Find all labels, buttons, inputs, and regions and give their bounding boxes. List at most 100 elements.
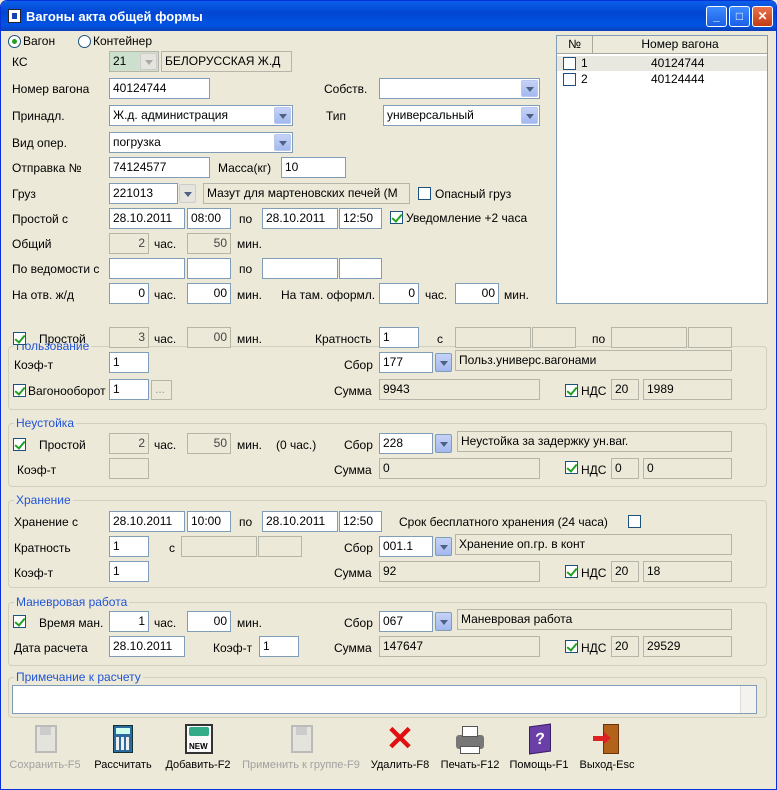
maximize-button[interactable]: □ — [729, 6, 750, 27]
storage-time-to-input[interactable]: 12:50 — [339, 511, 382, 532]
shunting-fee-input[interactable]: 067 — [379, 611, 433, 632]
calc-date-input[interactable]: 28.10.2011 — [109, 636, 185, 657]
type-dropdown-icon[interactable] — [521, 107, 538, 124]
shunting-minutes-input[interactable]: 00 — [187, 611, 231, 632]
idle-date-from-input[interactable]: 28.10.2011 — [109, 208, 185, 229]
storage-coef-input[interactable]: 1 — [109, 561, 149, 582]
minimize-button[interactable]: _ — [706, 6, 727, 27]
add-button[interactable]: NEW Добавить-F2 — [161, 723, 235, 771]
on-rail-minutes-input[interactable]: 00 — [187, 283, 231, 304]
calc-date-label: Дата расчета — [14, 641, 88, 655]
calculate-button[interactable]: Рассчитать — [89, 723, 157, 771]
grid-row[interactable]: 1 40124744 — [557, 56, 767, 71]
shunting-vat-checkbox[interactable] — [565, 640, 578, 653]
cargo-dropdown-icon[interactable] — [179, 184, 196, 203]
penalty-vat-checkbox[interactable] — [565, 461, 578, 474]
shunting-group-title: Маневровая работа — [14, 595, 130, 609]
storage-date-to-input[interactable]: 28.10.2011 — [262, 511, 338, 532]
grid-row[interactable]: 2 40124444 — [557, 72, 767, 87]
grid-row-checkbox[interactable] — [563, 57, 576, 70]
container-radio[interactable] — [78, 35, 91, 48]
shunting-hours-input[interactable]: 1 — [109, 611, 149, 632]
notify-checkbox[interactable] — [390, 211, 403, 224]
belongs-select[interactable]: Ж.д. администрация — [109, 105, 293, 126]
cargo-code-input[interactable]: 221013 — [109, 183, 178, 204]
storage-free-checkbox[interactable] — [628, 515, 641, 528]
ks-label: КС — [12, 55, 28, 69]
statement-date-to-input[interactable] — [262, 258, 338, 279]
storage-vat-checkbox[interactable] — [565, 565, 578, 578]
by-statement-label: По ведомости с — [12, 262, 100, 276]
close-button[interactable]: ✕ — [752, 6, 773, 27]
usage-coef-input[interactable]: 1 — [109, 352, 149, 373]
customs-minutes-input[interactable]: 00 — [455, 283, 499, 304]
usage-time-from-field — [532, 327, 576, 348]
storage-group-title: Хранение — [14, 493, 73, 507]
owner-dropdown-icon[interactable] — [521, 80, 538, 97]
storage-fee-input[interactable]: 001.1 — [379, 536, 433, 557]
apply-group-button[interactable]: Применить к группе-F9 — [239, 723, 363, 771]
grid-row-wagon: 40124444 — [651, 72, 705, 86]
idle-time-from-input[interactable]: 08:00 — [187, 208, 231, 229]
turnover-browse-button[interactable]: ... — [151, 380, 172, 400]
help-button[interactable]: ? Помощь-F1 — [507, 723, 571, 771]
penalty-hours-unit: час. — [154, 438, 177, 452]
print-button[interactable]: Печать-F12 — [438, 723, 502, 771]
save-button[interactable]: Сохранить-F5 — [9, 723, 81, 771]
grid-header-number[interactable]: № — [557, 36, 593, 54]
usage-fee-input[interactable]: 177 — [379, 352, 433, 373]
shunting-vat-sum-field: 29529 — [643, 636, 732, 657]
shunting-vat-rate-field: 20 — [611, 636, 639, 657]
statement-date-from-input[interactable] — [109, 258, 185, 279]
on-rail-hours-input[interactable]: 0 — [109, 283, 149, 304]
exit-button[interactable]: Выход-Esc — [575, 723, 639, 771]
wagon-radio[interactable] — [8, 35, 21, 48]
usage-sum-field: 9943 — [379, 379, 540, 400]
operation-dropdown-icon[interactable] — [274, 134, 291, 151]
shunting-fee-label: Сбор — [344, 616, 373, 630]
grid-row-number: 2 — [581, 72, 588, 86]
dangerous-cargo-checkbox[interactable] — [418, 187, 431, 200]
statement-time-to-input[interactable] — [339, 258, 382, 279]
operation-label: Вид опер. — [12, 136, 67, 150]
grid-row-checkbox[interactable] — [563, 73, 576, 86]
storage-time-from-input[interactable]: 10:00 — [187, 511, 231, 532]
storage-date-from-input[interactable]: 28.10.2011 — [109, 511, 185, 532]
owner-select[interactable] — [379, 78, 540, 99]
wagon-grid[interactable]: № Номер вагона 1 40124744 2 40124444 — [556, 35, 768, 304]
storage-mult-input[interactable]: 1 — [109, 536, 149, 557]
penalty-fee-input[interactable]: 228 — [379, 433, 433, 454]
note-textarea[interactable] — [12, 685, 757, 714]
statement-time-from-input[interactable] — [187, 258, 231, 279]
belongs-dropdown-icon[interactable] — [274, 107, 291, 124]
storage-c-label: с — [169, 541, 175, 555]
grid-header-wagon[interactable]: Номер вагона — [593, 36, 767, 54]
customs-hours-input[interactable]: 0 — [379, 283, 419, 304]
turnover-input[interactable]: 1 — [109, 379, 149, 400]
usage-fee-dropdown-icon[interactable] — [435, 353, 452, 372]
wagon-number-input[interactable]: 40124744 — [109, 78, 210, 99]
type-select[interactable]: универсальный — [383, 105, 540, 126]
usage-idle-checkbox[interactable] — [13, 332, 26, 345]
shipment-input[interactable]: 74124577 — [109, 157, 210, 178]
idle-time-to-input[interactable]: 12:50 — [339, 208, 382, 229]
customs-label: На там. оформл. — [281, 288, 376, 302]
storage-fee-dropdown-icon[interactable] — [435, 537, 452, 556]
shunting-checkbox[interactable] — [13, 615, 26, 628]
idle-date-to-input[interactable]: 28.10.2011 — [262, 208, 338, 229]
usage-vat-checkbox[interactable] — [565, 384, 578, 397]
operation-select[interactable]: погрузка — [109, 132, 293, 153]
shunting-coef-input[interactable]: 1 — [259, 636, 299, 657]
turnover-checkbox[interactable] — [13, 384, 26, 397]
ks-combo[interactable]: 21 — [109, 51, 159, 72]
ks-dropdown-icon[interactable] — [140, 53, 157, 70]
delete-x-icon: ✕ — [385, 720, 415, 758]
note-scrollbar[interactable] — [740, 686, 756, 713]
usage-mult-input[interactable]: 1 — [379, 327, 419, 348]
penalty-idle-checkbox[interactable] — [13, 438, 26, 451]
penalty-vat-sum-field: 0 — [643, 458, 732, 479]
mass-input[interactable]: 10 — [281, 157, 346, 178]
delete-button[interactable]: ✕ Удалить-F8 — [367, 720, 433, 771]
shunting-fee-dropdown-icon[interactable] — [435, 612, 452, 631]
penalty-fee-dropdown-icon[interactable] — [435, 434, 452, 453]
